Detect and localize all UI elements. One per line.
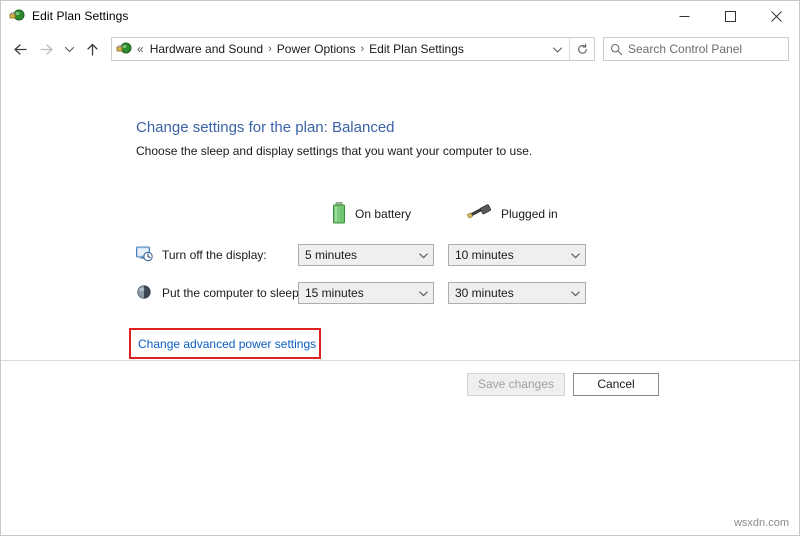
breadcrumb-item-edit-plan-settings[interactable]: Edit Plan Settings [366, 42, 467, 56]
setting-label-put-computer-to-sleep: Put the computer to sleep: [162, 286, 302, 300]
window-controls [661, 1, 799, 31]
search-input[interactable] [628, 42, 788, 56]
search-icon [604, 43, 628, 56]
moon-sleep-icon [136, 284, 154, 303]
title-bar: Edit Plan Settings [1, 1, 799, 31]
minimize-button[interactable] [661, 1, 707, 31]
breadcrumb-item-hardware-and-sound[interactable]: Hardware and Sound [147, 42, 266, 56]
content-area: Change settings for the plan: Balanced C… [1, 67, 799, 535]
recent-locations-button[interactable] [59, 36, 79, 62]
dropdown-sleep-on-battery[interactable]: 15 minutes [298, 282, 434, 304]
cancel-button[interactable]: Cancel [573, 373, 659, 396]
column-header-plugged-in: Plugged in [467, 202, 558, 226]
save-changes-button[interactable]: Save changes [467, 373, 565, 396]
power-plug-icon [116, 41, 132, 57]
power-plug-icon [9, 8, 25, 24]
column-label-plugged-in: Plugged in [501, 207, 558, 221]
chevron-down-icon [413, 288, 433, 299]
power-plug-icon [467, 204, 493, 225]
window-title: Edit Plan Settings [32, 9, 129, 23]
address-bar[interactable]: « Hardware and Sound › Power Options › E… [111, 37, 595, 61]
battery-icon [331, 202, 347, 227]
column-label-on-battery: On battery [355, 207, 411, 221]
footer-button-bar: Save changes Cancel [1, 361, 799, 407]
dropdown-display-plugged-in[interactable]: 10 minutes [448, 244, 586, 266]
setting-label-turn-off-display: Turn off the display: [162, 248, 267, 262]
setting-row-put-computer-to-sleep: Put the computer to sleep: [136, 282, 302, 304]
chevron-down-icon [565, 288, 585, 299]
dropdown-value: 5 minutes [299, 248, 357, 262]
breadcrumb-separator: › [358, 43, 366, 55]
breadcrumb-root[interactable]: « [136, 42, 147, 56]
breadcrumb-item-power-options[interactable]: Power Options [274, 42, 359, 56]
search-box[interactable] [603, 37, 789, 61]
page-subtitle: Choose the sleep and display settings th… [136, 144, 532, 158]
column-header-on-battery: On battery [331, 202, 411, 226]
maximize-button[interactable] [707, 1, 753, 31]
dropdown-sleep-plugged-in[interactable]: 30 minutes [448, 282, 586, 304]
chevron-down-icon [413, 250, 433, 261]
dropdown-value: 30 minutes [449, 286, 514, 300]
up-button[interactable] [79, 36, 105, 62]
address-dropdown-button[interactable] [545, 38, 569, 60]
forward-button[interactable] [33, 36, 59, 62]
display-clock-icon [136, 246, 154, 265]
page-title: Change settings for the plan: Balanced [136, 119, 395, 136]
dropdown-display-on-battery[interactable]: 5 minutes [298, 244, 434, 266]
chevron-down-icon [565, 250, 585, 261]
refresh-button[interactable] [570, 38, 594, 60]
setting-row-turn-off-display: Turn off the display: [136, 244, 267, 266]
navigation-bar: « Hardware and Sound › Power Options › E… [1, 31, 799, 67]
breadcrumb: « Hardware and Sound › Power Options › E… [136, 42, 545, 56]
close-button[interactable] [753, 1, 799, 31]
watermark: wsxdn.com [734, 517, 789, 529]
dropdown-value: 10 minutes [449, 248, 514, 262]
back-button[interactable] [7, 36, 33, 62]
dropdown-value: 15 minutes [299, 286, 364, 300]
breadcrumb-separator: › [266, 43, 274, 55]
edit-plan-settings-window: Edit Plan Settings [0, 0, 800, 536]
change-advanced-power-settings-link[interactable]: Change advanced power settings [138, 337, 316, 351]
